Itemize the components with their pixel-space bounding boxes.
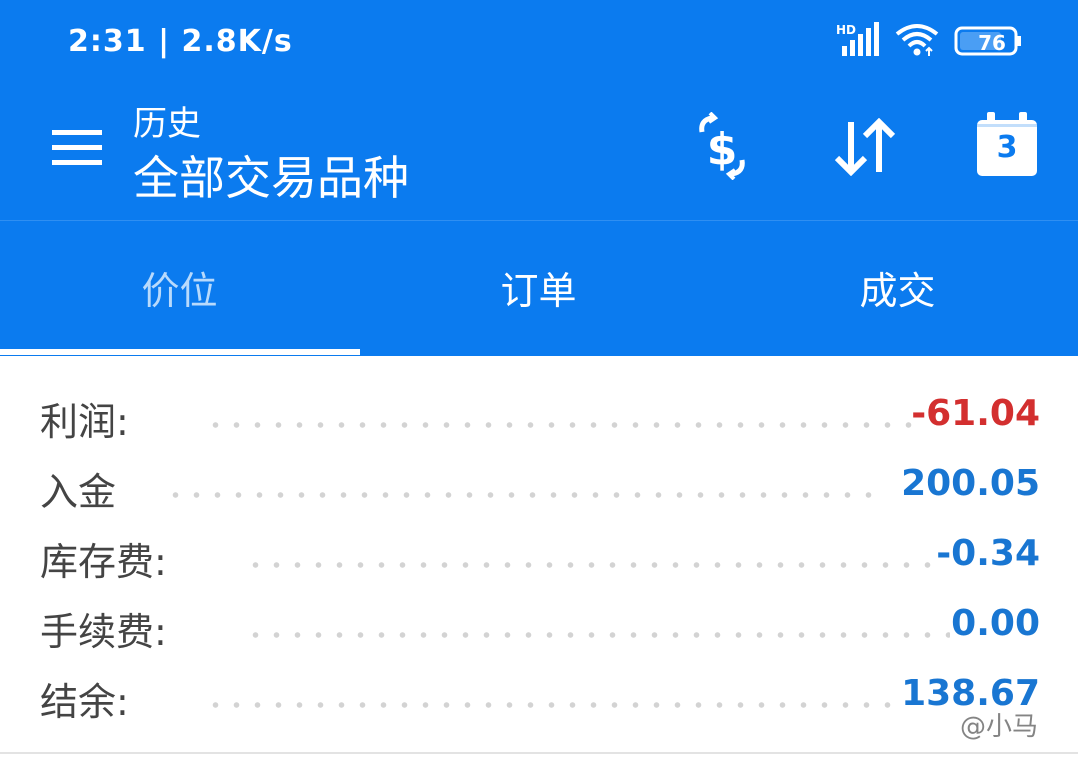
toolbar-subtitle: 历史 (133, 104, 201, 144)
summary-row-deposit: 入金 200.05 (0, 455, 1078, 515)
currency-exchange-icon[interactable]: $ (688, 112, 756, 180)
status-time-speed: 2:31 | 2.8K/s (68, 24, 293, 59)
summary-label: 结余: (40, 680, 129, 724)
tab-bar: 价位 订单 成交 (0, 220, 1078, 356)
menu-icon[interactable] (52, 130, 102, 166)
app-bar: 2:31 | 2.8K/s HD 76 历史 全部交易品种 $ 3 (0, 0, 1078, 220)
summary-row-swap: 库存费: -0.34 (0, 525, 1078, 585)
summary-label: 利润: (40, 400, 129, 444)
summary-value: -61.04 (911, 393, 1040, 434)
dot-leader (205, 701, 895, 709)
watermark: @小马 (960, 712, 1039, 742)
tab-orders[interactable]: 订单 (359, 221, 718, 356)
summary-label: 入金 (40, 470, 117, 514)
summary-panel: 利润: -61.04 入金 200.05 库存费: -0.34 手续费: 0.0… (0, 355, 1078, 755)
summary-value: 200.05 (901, 463, 1040, 504)
tab-deals[interactable]: 成交 (718, 221, 1077, 356)
divider (0, 752, 1078, 754)
wifi-icon (895, 24, 939, 56)
dot-leader (205, 421, 920, 429)
calendar-day: 3 (996, 130, 1018, 165)
hd-signal-icon: HD (836, 22, 879, 56)
tab-prices[interactable]: 价位 (0, 221, 359, 356)
summary-row-profit: 利润: -61.04 (0, 385, 1078, 445)
summary-label: 手续费: (40, 610, 167, 654)
toolbar-title[interactable]: 全部交易品种 (133, 142, 409, 208)
dot-leader (165, 491, 885, 499)
svg-text:$: $ (707, 124, 738, 175)
dot-leader (245, 631, 950, 639)
calendar-icon[interactable]: 3 (975, 110, 1039, 178)
sort-icon[interactable] (833, 118, 899, 176)
dot-leader (245, 561, 935, 569)
battery-level: 76 (978, 31, 1006, 55)
summary-label: 库存费: (40, 540, 167, 584)
summary-value: 0.00 (951, 603, 1040, 644)
summary-row-commission: 手续费: 0.00 (0, 595, 1078, 655)
network-label: HD (836, 23, 856, 37)
summary-row-balance: 结余: 138.67 (0, 665, 1078, 725)
summary-value: -0.34 (936, 533, 1040, 574)
